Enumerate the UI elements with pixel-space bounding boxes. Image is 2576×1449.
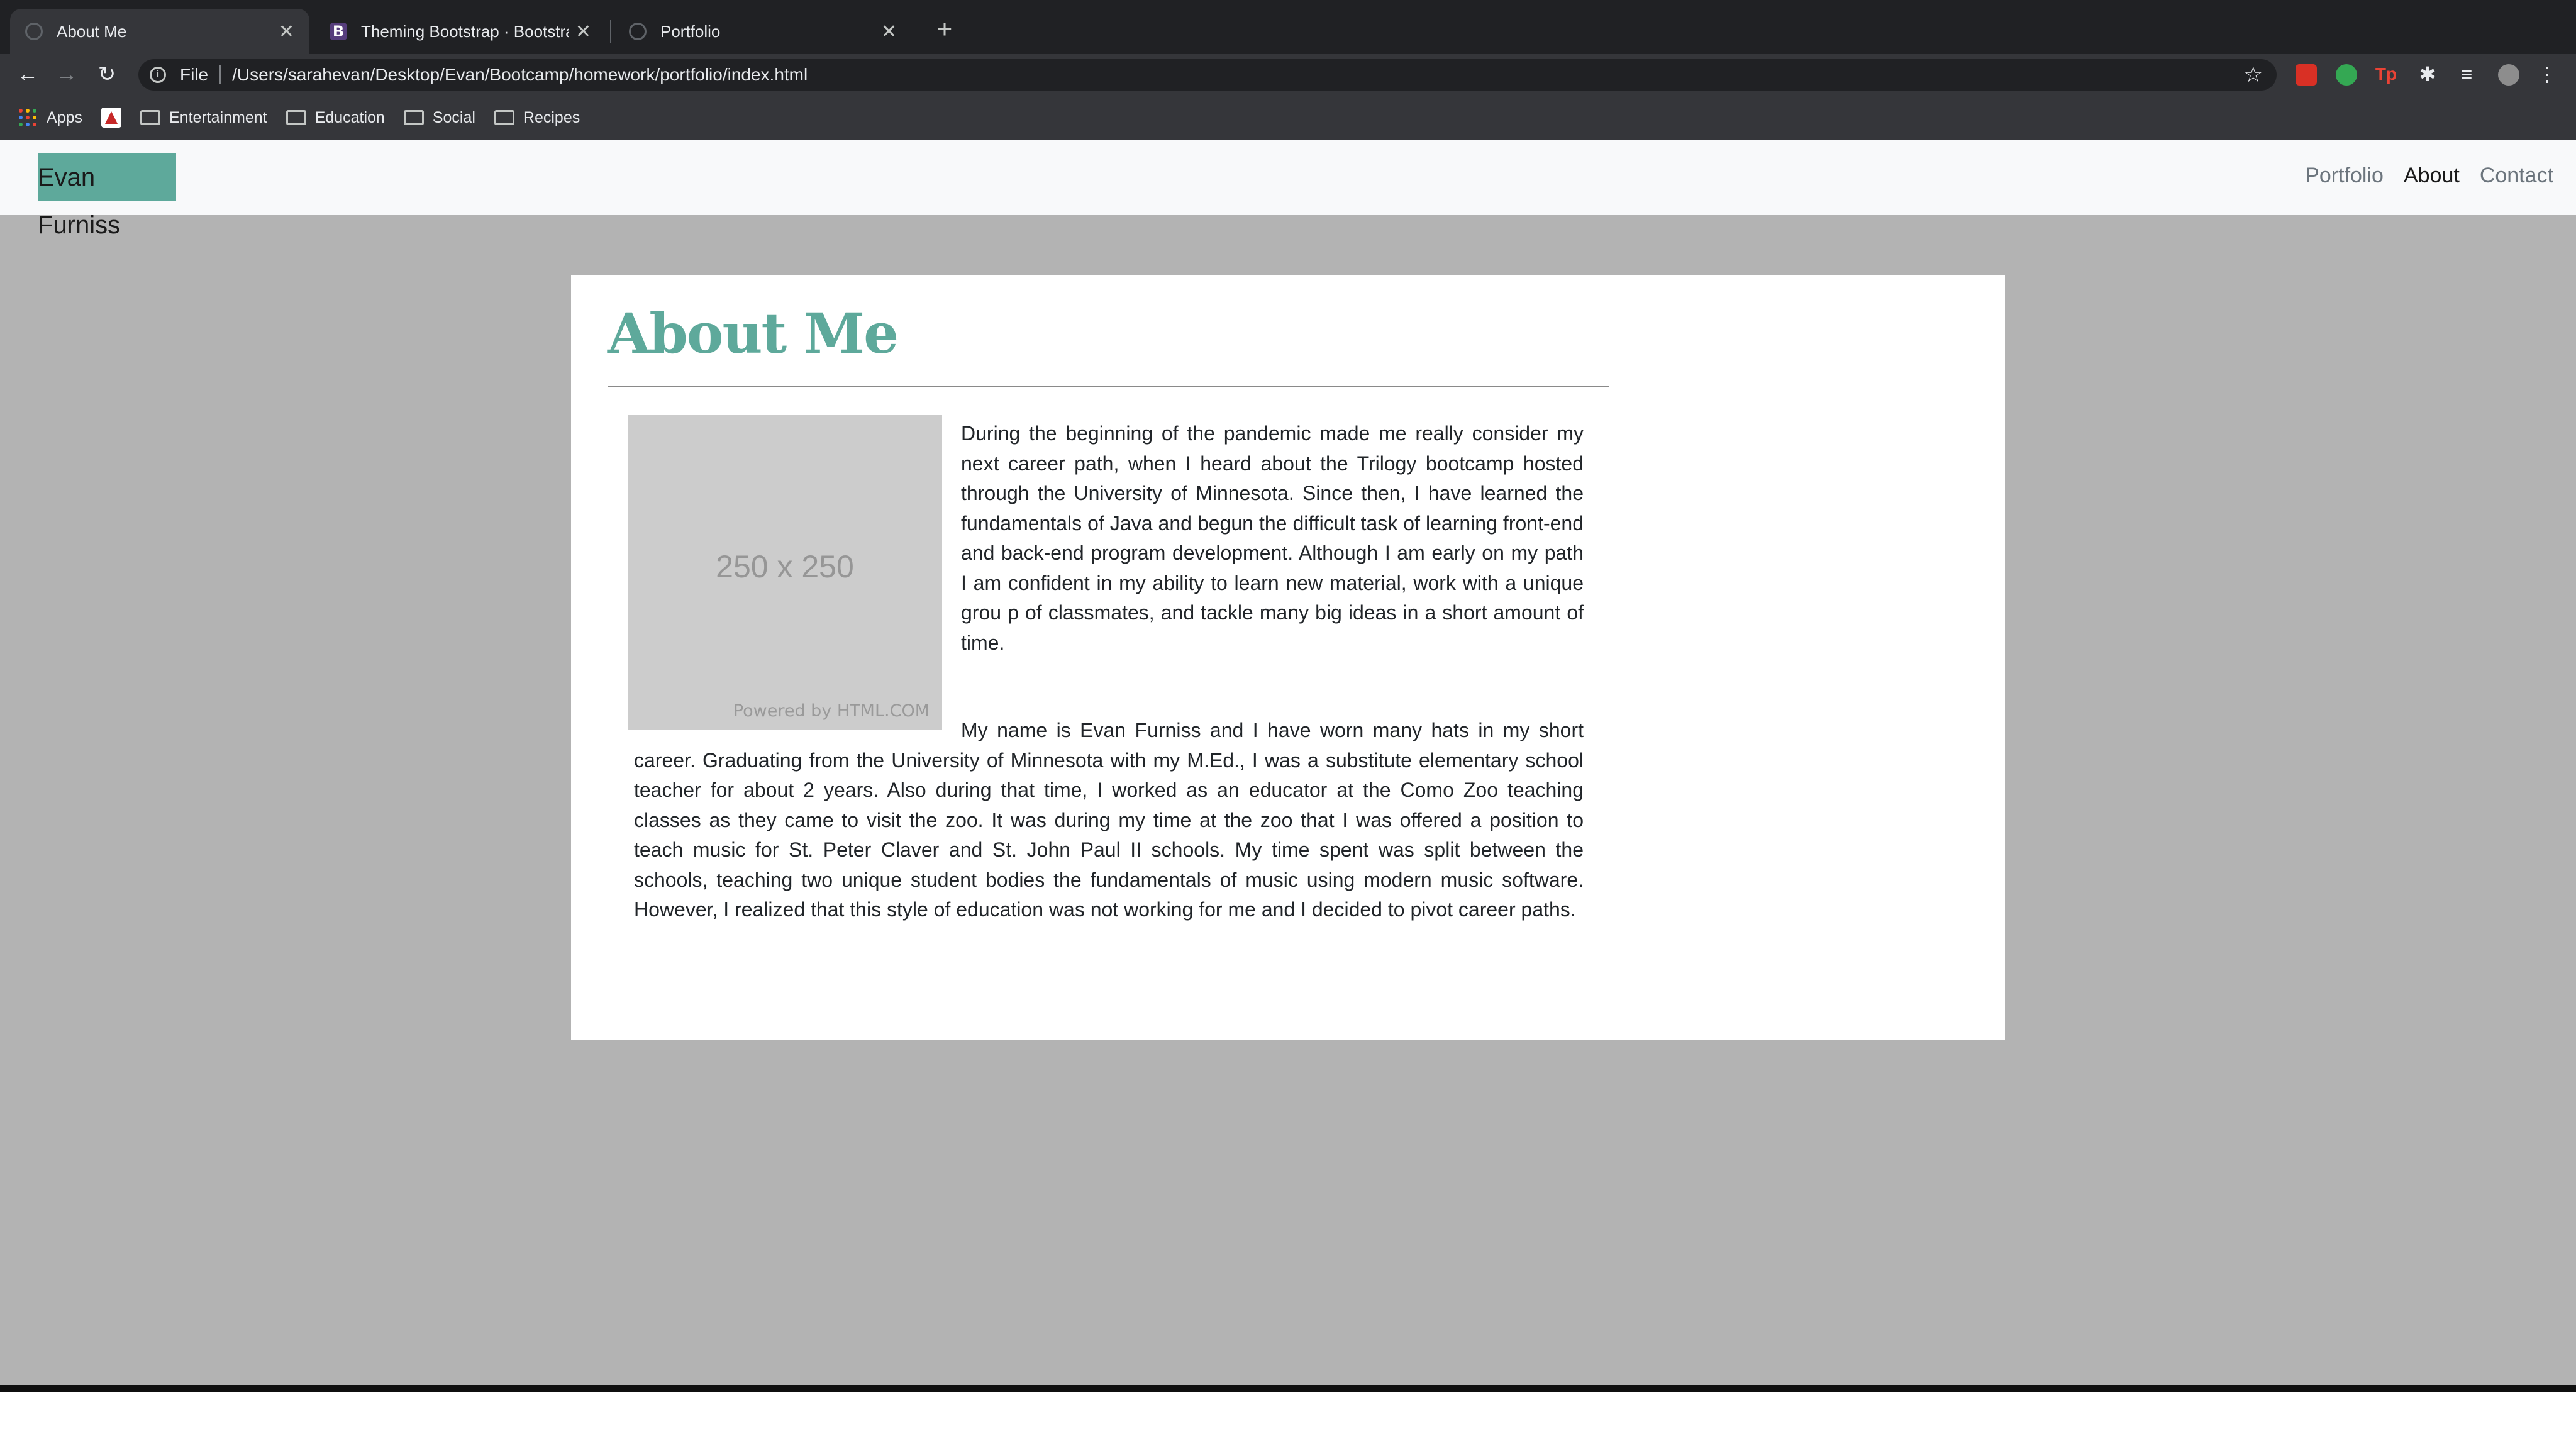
green-extension-icon[interactable]: [2336, 64, 2357, 86]
about-card: About Me 250 x 250 Powered by HTML.COM D…: [571, 275, 2005, 1040]
nav-link-about[interactable]: About: [2404, 164, 2460, 188]
nav-link-portfolio[interactable]: Portfolio: [2305, 164, 2384, 188]
reload-button[interactable]: ↻: [91, 58, 123, 91]
about-paragraph-2-text: My name is Evan Furniss and I have worn …: [634, 719, 1584, 921]
folder-icon: [286, 110, 306, 125]
nav-link-contact[interactable]: Contact: [2480, 164, 2553, 188]
image-dimensions-label: 250 x 250: [716, 549, 854, 584]
tab-title: About Me: [57, 21, 127, 41]
folder-icon: [403, 110, 424, 125]
tab-theming-bootstrap[interactable]: B Theming Bootstrap · Bootstrap ✕: [314, 9, 606, 54]
close-icon[interactable]: ✕: [279, 21, 294, 43]
tab-title: Theming Bootstrap · Bootstrap: [361, 21, 569, 41]
url-text[interactable]: /Users/sarahevan/Desktop/Evan/Bootcamp/h…: [232, 65, 808, 85]
bookmark-label: Apps: [47, 108, 82, 126]
address-divider: [219, 65, 221, 84]
folder-icon: [494, 110, 514, 125]
bookmark-label: Recipes: [523, 108, 580, 126]
bookmark-apps[interactable]: Apps: [19, 109, 82, 127]
tab-portfolio[interactable]: Portfolio ✕: [614, 9, 912, 54]
close-icon[interactable]: ✕: [575, 21, 591, 43]
puzzle-icon[interactable]: ✱: [2414, 60, 2441, 88]
bookmark-social[interactable]: Social: [403, 108, 475, 127]
close-icon[interactable]: ✕: [881, 21, 897, 43]
url-scheme-label: File: [180, 65, 209, 84]
bookmark-logo[interactable]: [101, 108, 121, 128]
page-title: About Me: [608, 301, 899, 366]
tab-divider: [610, 20, 611, 43]
browser-tab-strip: About Me ✕ B Theming Bootstrap · Bootstr…: [0, 0, 2576, 54]
address-bar[interactable]: i File /Users/sarahevan/Desktop/Evan/Boo…: [138, 59, 2277, 91]
profile-image-placeholder: 250 x 250 Powered by HTML.COM: [628, 415, 942, 730]
bookmark-label: Social: [432, 108, 475, 126]
bookmarks-bar: Apps Entertainment Education Social Reci…: [0, 96, 2576, 140]
tp-extension-icon[interactable]: Tp: [2372, 60, 2400, 88]
bootstrap-icon: B: [330, 23, 347, 40]
kebab-menu-icon[interactable]: ⋮: [2533, 60, 2561, 88]
browser-toolbar: ← → ↻ i File /Users/sarahevan/Desktop/Ev…: [0, 54, 2576, 96]
bookmark-entertainment[interactable]: Entertainment: [140, 109, 267, 127]
heading-divider: [608, 386, 1609, 387]
globe-icon: [629, 23, 647, 40]
bookmark-education[interactable]: Education: [286, 109, 385, 127]
screen: About Me ✕ B Theming Bootstrap · Bootstr…: [0, 0, 2576, 1391]
brand-logo-link[interactable]: Evan Furniss: [38, 153, 176, 239]
apps-grid-icon: [19, 109, 36, 126]
profile-avatar[interactable]: [2498, 64, 2519, 86]
globe-icon: [25, 23, 43, 40]
bookmark-label: Education: [314, 108, 385, 126]
forward-button[interactable]: →: [50, 58, 83, 91]
site-nav-links: Portfolio About Contact: [2305, 164, 2553, 188]
site-navbar: Evan Furniss Portfolio About Contact: [0, 140, 2576, 239]
info-icon[interactable]: i: [150, 67, 166, 83]
media-queue-icon[interactable]: ≡: [2453, 60, 2480, 88]
back-button[interactable]: ←: [11, 58, 44, 91]
bookmark-logo-icon: [101, 108, 121, 128]
about-paragraph-2: My name is Evan Furniss and I have worn …: [634, 716, 1584, 925]
folder-icon: [140, 110, 160, 125]
tab-about-me[interactable]: About Me ✕: [10, 9, 309, 54]
new-tab-button[interactable]: +: [930, 14, 960, 44]
red-extension-icon[interactable]: [2296, 64, 2317, 86]
screen-bottom-edge: [0, 1385, 2576, 1392]
bookmark-label: Entertainment: [169, 108, 267, 126]
bookmark-recipes[interactable]: Recipes: [494, 109, 580, 127]
about-paragraph-1: During the beginning of the pandemic mad…: [961, 422, 1584, 654]
bookmark-star-icon[interactable]: ☆: [2244, 62, 2263, 87]
tab-title: Portfolio: [660, 21, 721, 41]
